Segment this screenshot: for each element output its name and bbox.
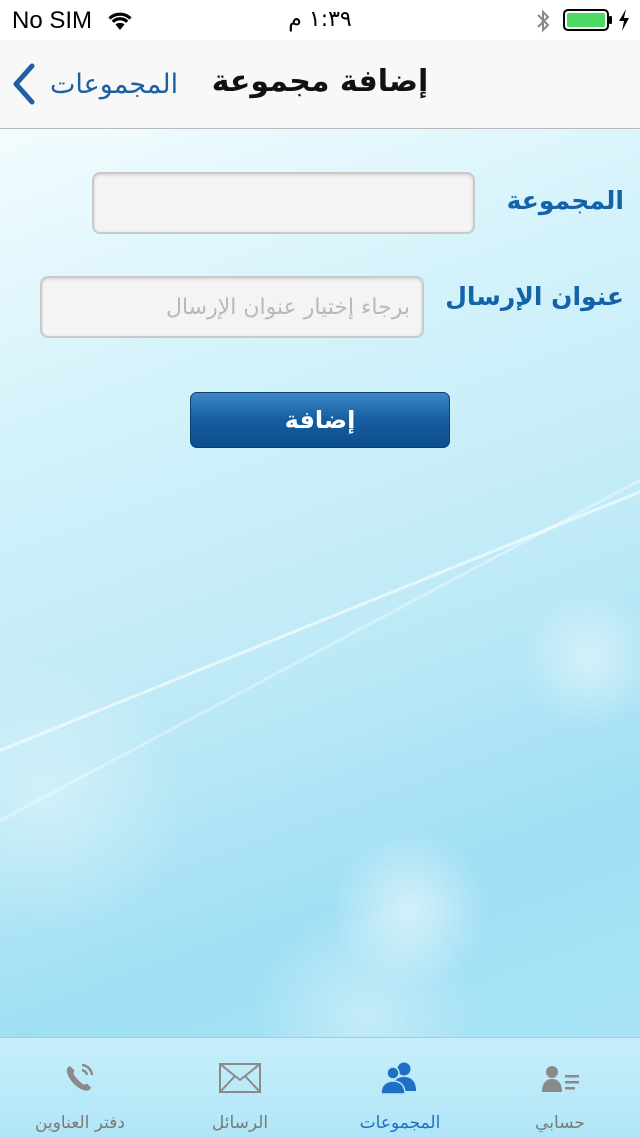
account-icon xyxy=(542,1066,579,1092)
tab-messages[interactable]: الرسائل xyxy=(160,1038,320,1137)
tab-label: الرسائل xyxy=(211,1113,269,1133)
envelope-icon xyxy=(219,1063,261,1093)
charging-bolt-icon xyxy=(619,9,629,31)
bluetooth-icon xyxy=(537,9,550,33)
add-group-form: المجموعة عنوان الإرسال إضافة xyxy=(0,129,640,1037)
group-name-input[interactable] xyxy=(92,172,475,234)
add-group-button[interactable]: إضافة xyxy=(190,392,450,448)
page-title: إضافة مجموعة xyxy=(211,64,429,99)
tab-address-book[interactable]: دفتر العناوين xyxy=(0,1038,160,1137)
navigation-bar: المجموعات إضافة مجموعة xyxy=(0,40,640,129)
group-name-label: المجموعة xyxy=(506,186,624,215)
tab-groups[interactable]: المجموعات xyxy=(320,1038,480,1137)
background-glow xyxy=(520,589,640,729)
status-bar: No SIM ١:٣٩ م xyxy=(0,0,640,40)
tab-label: حسابي xyxy=(535,1113,585,1133)
background-glow xyxy=(0,649,180,949)
sender-address-input[interactable] xyxy=(40,276,424,338)
phone-icon xyxy=(66,1063,94,1091)
tab-label: المجموعات xyxy=(359,1113,441,1133)
tab-bar: دفتر العناوين الرسائل المجموعات حسابي xyxy=(0,1037,640,1137)
battery-icon xyxy=(563,9,612,31)
sender-address-label: عنوان الإرسال xyxy=(445,282,624,311)
tab-my-account[interactable]: حسابي xyxy=(480,1038,640,1137)
tab-label: دفتر العناوين xyxy=(35,1113,125,1133)
group-icon xyxy=(380,1062,416,1095)
